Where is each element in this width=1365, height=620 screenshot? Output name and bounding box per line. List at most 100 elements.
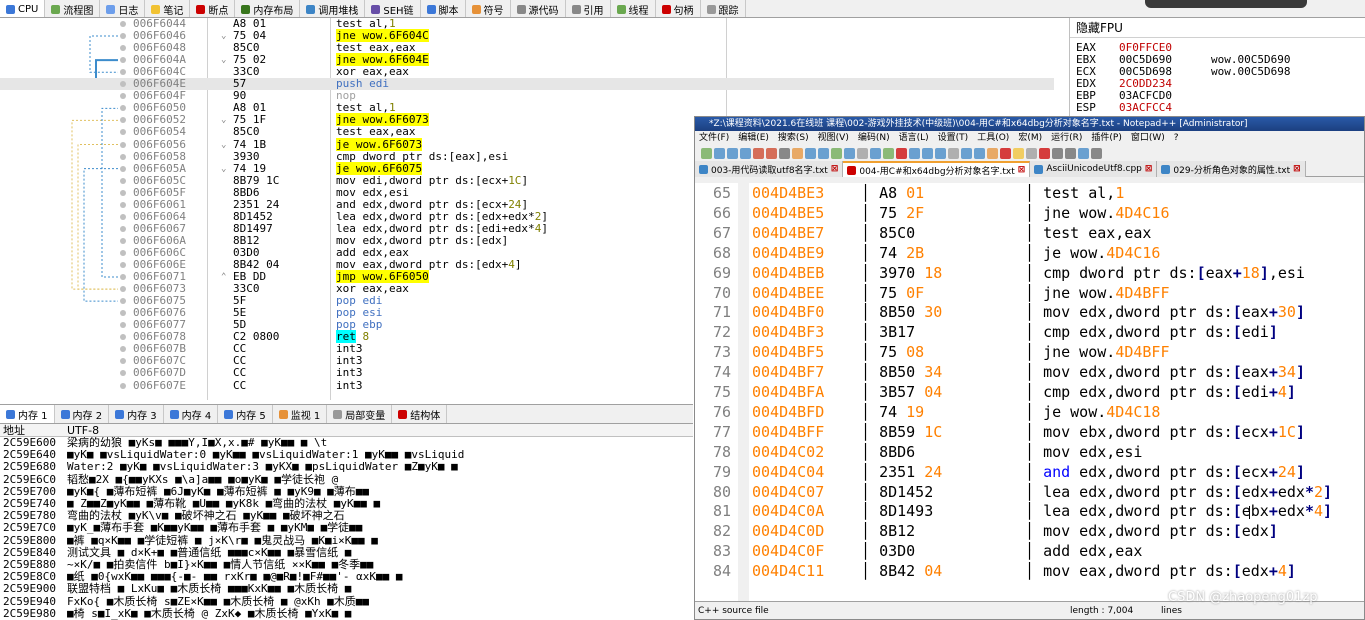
toolbar-icon[interactable]: [779, 148, 790, 159]
tab-13[interactable]: 句柄: [656, 0, 701, 17]
toolbar-icon[interactable]: [987, 148, 998, 159]
tab-3[interactable]: 笔记: [145, 0, 191, 17]
tab-2[interactable]: 日志: [100, 0, 146, 17]
toolbar-icon[interactable]: [922, 148, 933, 159]
memory-row[interactable]: 2C59E800 ■裤 ■q×K■■ ■学徒短裤 ■ j×K\r■ ■鬼灵战马 ■…: [0, 534, 693, 547]
file-tab-2[interactable]: AsciiUnicodeUtf8.cpp ⊠: [1030, 161, 1158, 177]
editor-line[interactable]: 81 004D4C0A │ 8D1493 │ lea edx,dword ptr ds…: [695, 501, 1364, 521]
fpu-toggle[interactable]: 隐藏FPU: [1070, 18, 1365, 38]
register-value[interactable]: 03ACFCC4: [1119, 102, 1172, 114]
menu-item[interactable]: 窗口(W): [1131, 131, 1165, 146]
toolbar-icon[interactable]: [844, 148, 855, 159]
toolbar-icon[interactable]: [1065, 148, 1076, 159]
memory-row[interactable]: 2C59E7C0 ■yK_■薄布手套 ■K■■yK■■ ■薄布手套 ■ ■yKM■…: [0, 522, 693, 534]
editor-line[interactable]: 75 004D4BFA │ 3B57 04 │ cmp edx,dword ptr d…: [695, 382, 1364, 402]
memory-tab-3[interactable]: 内存 4: [164, 405, 219, 423]
close-icon[interactable]: ⊠: [1293, 164, 1301, 174]
editor-line[interactable]: 76 004D4BFD │ 74 19 │ je wow.4D4C18: [695, 402, 1364, 422]
breakpoint-dot[interactable]: [120, 213, 126, 220]
menu-item[interactable]: 宏(M): [1018, 131, 1042, 146]
close-icon[interactable]: ⊠: [831, 164, 839, 174]
menu-item[interactable]: 语言(L): [899, 131, 929, 146]
register-row[interactable]: ECX 00C5D698 wow.00C5D698: [1070, 66, 1365, 78]
toolbar-icon[interactable]: [909, 148, 920, 159]
tab-0[interactable]: CPU: [0, 0, 46, 17]
memory-row[interactable]: 2C59E680 Water:2 ■yK■ ■vsLiquidWater:3 ■y…: [0, 461, 693, 473]
tab-7[interactable]: SEH链: [365, 0, 421, 17]
menu-item[interactable]: 工具(O): [977, 131, 1009, 146]
toolbar-icon[interactable]: [974, 148, 985, 159]
breakpoint-dot[interactable]: [120, 322, 126, 329]
editor-line[interactable]: 78 004D4C02 │ 8BD6 │ mov edx,esi: [695, 442, 1364, 462]
toolbar-icon[interactable]: [1026, 148, 1037, 159]
editor-line[interactable]: 69 004D4BEB │ 3970 18 │ cmp dword ptr ds:[e…: [695, 263, 1364, 283]
editor-line[interactable]: 79 004D4C04 │ 2351 24 │ and edx,dword ptr d…: [695, 462, 1364, 482]
toolbar-icon[interactable]: [805, 148, 816, 159]
toolbar-icon[interactable]: [896, 148, 907, 159]
file-tab-1[interactable]: 004-用C#和x64dbg分析对象名字.txt ⊠: [843, 161, 1031, 177]
breakpoint-dot[interactable]: [120, 346, 126, 353]
toolbar-icon[interactable]: [1013, 148, 1024, 159]
breakpoint-dot[interactable]: [120, 117, 126, 124]
breakpoint-dot[interactable]: [120, 33, 126, 40]
breakpoint-dot[interactable]: [120, 21, 126, 27]
editor-line[interactable]: 82 004D4C0D │ 8B12 │ mov edx,dword ptr ds:[…: [695, 521, 1364, 541]
notepad-editor[interactable]: 65 004D4BE3 │ A8 01 │ test al,1 66 004D4BE5 │ …: [695, 183, 1364, 602]
tab-6[interactable]: 调用堆栈: [300, 0, 366, 17]
breakpoint-dot[interactable]: [120, 165, 126, 172]
toolbar-icon[interactable]: [740, 148, 751, 159]
breakpoint-dot[interactable]: [120, 141, 126, 148]
menu-item[interactable]: 搜索(S): [778, 131, 809, 146]
editor-line[interactable]: 71 004D4BF0 │ 8B50 30 │ mov edx,dword ptr d…: [695, 302, 1364, 322]
toolbar-icon[interactable]: [1000, 148, 1011, 159]
toolbar-icon[interactable]: [883, 148, 894, 159]
toolbar-icon[interactable]: [792, 148, 803, 159]
tab-4[interactable]: 断点: [190, 0, 236, 17]
menu-item[interactable]: 编码(N): [858, 131, 890, 146]
breakpoint-dot[interactable]: [120, 81, 126, 88]
toolbar-icon[interactable]: [1052, 148, 1063, 159]
breakpoint-dot[interactable]: [120, 129, 126, 136]
breakpoint-dot[interactable]: [120, 370, 126, 377]
toolbar-icon[interactable]: [766, 148, 777, 159]
breakpoint-dot[interactable]: [120, 358, 126, 365]
editor-line[interactable]: 80 004D4C07 │ 8D1452 │ lea edx,dword ptr ds…: [695, 482, 1364, 502]
editor-line[interactable]: 68 004D4BE9 │ 74 2B │ je wow.4D4C16: [695, 243, 1364, 263]
tab-12[interactable]: 线程: [611, 0, 656, 17]
file-tab-0[interactable]: 003-用代码读取utf8名字.txt ⊠: [695, 161, 844, 177]
toolbar-icon[interactable]: [714, 148, 725, 159]
editor-line[interactable]: 73 004D4BF5 │ 75 08 │ jne wow.4D4BFF: [695, 342, 1364, 362]
breakpoint-dot[interactable]: [120, 201, 126, 208]
breakpoint-dot[interactable]: [120, 298, 126, 305]
toolbar-icon[interactable]: [1078, 148, 1089, 159]
breakpoint-dot[interactable]: [120, 225, 126, 232]
breakpoint-dot[interactable]: [120, 177, 126, 184]
toolbar-icon[interactable]: [831, 148, 842, 159]
tab-8[interactable]: 脚本: [421, 0, 466, 17]
toolbar-icon[interactable]: [727, 148, 738, 159]
menu-item[interactable]: 文件(F): [699, 131, 729, 146]
notepad-title-bar[interactable]: *Z:\课程资料\2021.6在线班 课程\002-游戏外挂技术(中级班)\00…: [695, 117, 1364, 131]
memory-tab-6[interactable]: 局部变量: [327, 405, 393, 423]
breakpoint-dot[interactable]: [120, 334, 126, 341]
editor-line[interactable]: 65 004D4BE3 │ A8 01 │ test al,1: [695, 183, 1364, 203]
editor-line[interactable]: 84 004D4C11 │ 8B42 04 │ mov eax,dword ptr d…: [695, 561, 1364, 581]
register-row[interactable]: EDX 2C0DD234: [1070, 78, 1365, 90]
menu-item[interactable]: 视图(V): [818, 131, 849, 146]
breakpoint-dot[interactable]: [120, 310, 126, 317]
tab-11[interactable]: 引用: [566, 0, 611, 17]
menu-item[interactable]: 设置(T): [938, 131, 969, 146]
toolbar-icon[interactable]: [701, 148, 712, 159]
editor-line[interactable]: 74 004D4BF7 │ 8B50 34 │ mov edx,dword ptr d…: [695, 362, 1364, 382]
breakpoint-dot[interactable]: [120, 237, 126, 244]
toolbar-icon[interactable]: [857, 148, 868, 159]
memory-row[interactable]: 2C59E940 FxKo{ ■木质长椅 s■ZE×K■■ ■木质长椅 ■ @xK…: [0, 595, 693, 608]
editor-line[interactable]: 77 004D4BFF │ 8B59 1C │ mov ebx,dword ptr d…: [695, 422, 1364, 442]
editor-line[interactable]: 66 004D4BE5 │ 75 2F │ jne wow.4D4C16: [695, 203, 1364, 223]
tab-1[interactable]: 流程图: [45, 0, 101, 17]
toolbar-icon[interactable]: [1039, 148, 1050, 159]
editor-line[interactable]: 70 004D4BEE │ 75 0F │ jne wow.4D4BFF: [695, 283, 1364, 303]
toolbar-icon[interactable]: [1091, 148, 1102, 159]
toolbar-icon[interactable]: [961, 148, 972, 159]
toolbar-icon[interactable]: [948, 148, 959, 159]
